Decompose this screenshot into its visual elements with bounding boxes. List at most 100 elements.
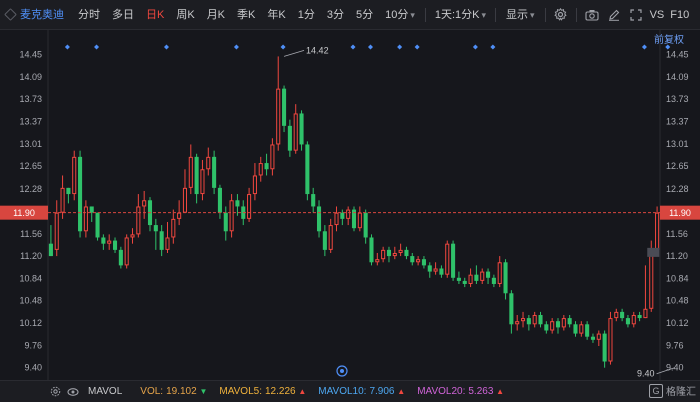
tab-period-label: 5分 [355, 8, 374, 21]
candle-body [544, 324, 549, 331]
candle-body [573, 324, 578, 334]
tab-period-7[interactable]: 1分 [292, 0, 321, 30]
event-marker-icon [367, 44, 373, 50]
draw-pen-icon[interactable] [603, 0, 625, 30]
event-marker-icon [94, 44, 100, 50]
tab-period-9[interactable]: 5分 [350, 0, 379, 30]
toolbar-divider [495, 7, 497, 22]
period-tabs: 分时 多日 日K 周K 月K 季K 年K 1分 3分 5分 10分 ▾ [72, 0, 421, 30]
chart-grid [47, 30, 661, 380]
price-tick-right: 10.48 [666, 296, 689, 306]
vs-compare-button[interactable]: VS [647, 0, 668, 30]
adjust-mode-button[interactable]: 前复权 [654, 31, 684, 46]
tab-period-0[interactable]: 分时 [72, 0, 106, 30]
settings-gear-icon[interactable] [550, 0, 572, 30]
display-settings-button[interactable]: 显示 ▾ [500, 0, 541, 30]
toolbar-divider [424, 7, 426, 22]
event-marker-icon [64, 44, 70, 50]
tab-period-label: 日K [146, 8, 165, 21]
candle-body [357, 212, 362, 229]
candle-body [316, 206, 322, 232]
mavol20-readout: MAVOL20: 5.263 ▲ [417, 386, 504, 397]
tab-period-1[interactable]: 多日 [106, 0, 140, 30]
price-tick-left: 10.48 [19, 296, 42, 306]
price-tick-right: 13.37 [666, 117, 689, 127]
candle-body [340, 212, 345, 219]
tab-period-5[interactable]: 季K [231, 0, 261, 30]
candle-body [433, 268, 438, 272]
candle-body [66, 187, 71, 195]
mavol5-label: MAVOL5: [219, 386, 262, 397]
scroll-anchor-icon-dot [340, 369, 344, 373]
candle-body [649, 249, 654, 309]
candle-body [363, 212, 368, 238]
eye-icon[interactable] [64, 381, 82, 402]
candle-body [72, 156, 77, 195]
vol-value: 19.102 [166, 386, 197, 397]
tab-period-4[interactable]: 月K [201, 0, 231, 30]
fullscreen-icon[interactable] [625, 0, 647, 30]
candle-body [322, 231, 327, 250]
event-marker-icon [641, 44, 647, 50]
candle-body [398, 249, 403, 253]
candle-body [282, 88, 287, 126]
vol-readout: VOL: 19.102 ▼ [140, 386, 207, 397]
tab-period-3[interactable]: 周K [170, 0, 200, 30]
price-tick-right: 13.73 [666, 94, 689, 104]
price-tick-left: 14.45 [19, 50, 42, 60]
candle-body [212, 156, 217, 188]
price-tick-right: 12.65 [666, 161, 689, 171]
candle-body [130, 234, 135, 238]
candle-body [538, 314, 543, 325]
candle-body [550, 321, 555, 331]
mavol20-value: 5.263 [468, 386, 494, 397]
mavol20-label: MAVOL20: [417, 386, 466, 397]
tab-period-label: 季K [237, 8, 256, 21]
candle-body [369, 237, 374, 263]
candle-body [48, 243, 53, 257]
price-tick-left: 11.20 [20, 251, 42, 261]
current-price-label-left: 11.90 [13, 208, 35, 218]
toolbar-divider [544, 7, 546, 22]
candle-body [643, 308, 648, 319]
candle-body [258, 163, 263, 176]
indicator-name[interactable]: MAVOL [88, 386, 122, 397]
tab-period-2[interactable]: 日K [140, 0, 170, 30]
candle-body [200, 169, 205, 195]
low-price-label: 9.40 [637, 369, 655, 379]
candlestick-series [48, 56, 660, 368]
candle-body [89, 206, 94, 213]
price-tick-right: 14.09 [666, 72, 689, 82]
display-label: 显示 [506, 8, 529, 21]
candle-body [54, 212, 59, 250]
candle-body [153, 225, 158, 232]
event-marker-icon [490, 44, 496, 50]
watermark-mark: G [649, 383, 663, 398]
tab-period-8[interactable]: 3分 [321, 0, 350, 30]
candle-body [468, 274, 473, 284]
candle-body [311, 194, 316, 207]
f10-button[interactable]: F10 [667, 0, 692, 30]
tab-period-10[interactable]: 10分 ▾ [379, 0, 421, 30]
candle-body [171, 218, 176, 238]
tab-period-label: 10分 [385, 8, 409, 21]
candle-body [608, 318, 613, 362]
stock-name[interactable]: 麦克奥迪 [0, 0, 72, 30]
candle-body [305, 144, 310, 195]
camera-icon[interactable] [581, 0, 603, 30]
candle-body [497, 262, 502, 284]
price-tick-right: 14.45 [666, 50, 689, 60]
candle-body [217, 187, 222, 213]
settings-gear-icon[interactable] [46, 381, 64, 402]
candle-body [101, 237, 106, 244]
indicator-bar: MAVOL VOL: 19.102 ▼ MAVOL5: 12.226 ▲ MAVOL… [0, 380, 700, 402]
kline-chart[interactable]: 14.45 14.09 13.73 13.37 13.01 12.65 12.28 11.56… [0, 30, 700, 380]
candle-body [532, 314, 537, 325]
candle-body [614, 311, 619, 319]
candle-body [486, 271, 491, 278]
tab-period-6[interactable]: 年K [261, 0, 291, 30]
arrow-up-icon: ▲ [496, 387, 505, 396]
candle-body [287, 125, 292, 151]
candle-body [293, 113, 298, 151]
multi-period-button[interactable]: 1天:1分K ▾ [430, 0, 491, 30]
